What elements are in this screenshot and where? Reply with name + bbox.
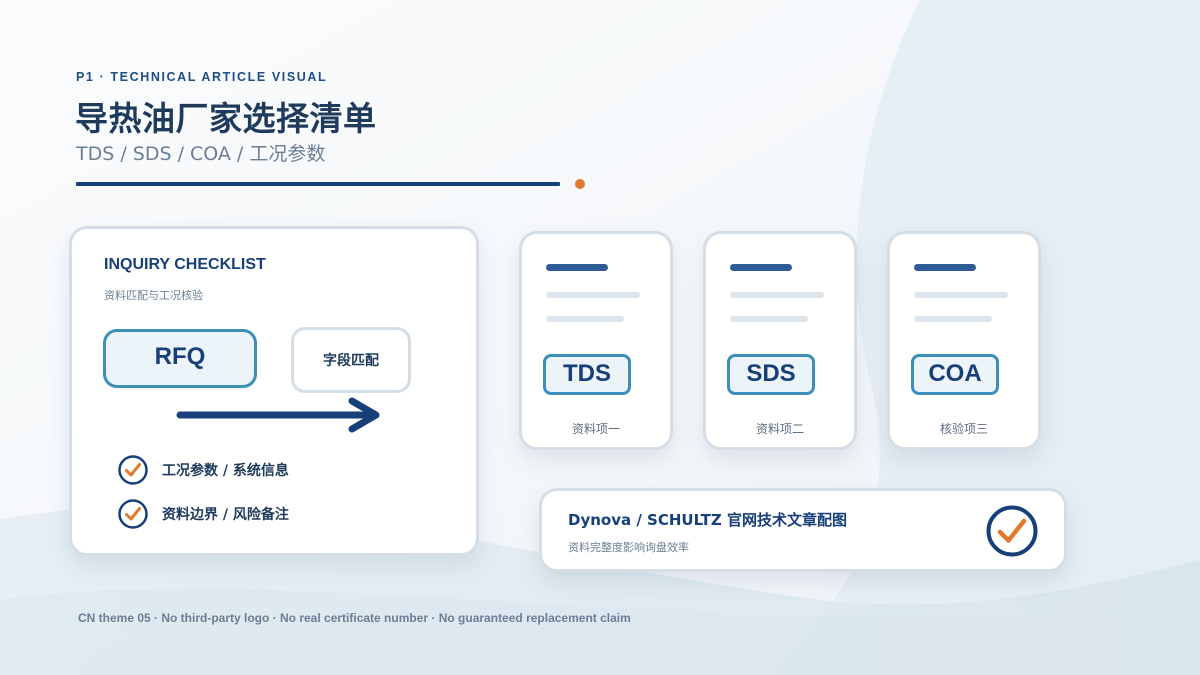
document-card-coa[interactable]: COA 核验项三 [887, 231, 1041, 450]
field-match-box[interactable]: 字段匹配 [291, 327, 411, 393]
title-underline [76, 182, 560, 186]
page-subtitle: TDS / SDS / COA / 工况参数 [76, 143, 326, 165]
doc-badge: COA [911, 354, 999, 395]
checklist-item: 资料边界 / 风险备注 [117, 498, 289, 530]
summary-title: Dynova / SCHULTZ 官网技术文章配图 [568, 511, 847, 529]
check-circle-icon [118, 499, 148, 529]
document-card-tds[interactable]: TDS 资料项一 [519, 231, 673, 450]
doc-text-line [546, 292, 640, 298]
checklist-title: INQUIRY CHECKLIST [104, 256, 266, 273]
doc-text-line [730, 316, 808, 322]
doc-badge: TDS [543, 354, 631, 395]
accent-dot [575, 179, 585, 189]
rfq-button[interactable]: RFQ [103, 329, 257, 388]
doc-text-line [546, 316, 624, 322]
footnote: CN theme 05 · No third-party logo · No r… [78, 611, 631, 625]
doc-heading-line [914, 264, 976, 271]
doc-text-line [914, 292, 1008, 298]
document-card-sds[interactable]: SDS 资料项二 [703, 231, 857, 450]
page-title: 导热油厂家选择清单 [75, 99, 377, 138]
eyebrow-label: P1 · TECHNICAL ARTICLE VISUAL [76, 70, 328, 84]
summary-subtitle: 资料完整度影响询盘效率 [568, 541, 689, 554]
doc-text-line [914, 316, 992, 322]
check-circle-icon [986, 505, 1038, 557]
doc-heading-line [730, 264, 792, 271]
doc-caption: 资料项二 [755, 422, 804, 436]
arrow-right-icon [176, 397, 380, 433]
doc-caption: 核验项三 [939, 422, 988, 436]
doc-heading-line [546, 264, 608, 271]
checklist-item: 工况参数 / 系统信息 [117, 454, 289, 486]
check-circle-icon [118, 455, 148, 485]
checklist-subtitle: 资料匹配与工况核验 [104, 289, 203, 302]
doc-caption: 资料项一 [571, 422, 620, 436]
doc-badge: SDS [727, 354, 815, 395]
doc-text-line [730, 292, 824, 298]
checklist-item-label: 工况参数 / 系统信息 [162, 463, 289, 479]
checklist-item-label: 资料边界 / 风险备注 [162, 507, 289, 523]
